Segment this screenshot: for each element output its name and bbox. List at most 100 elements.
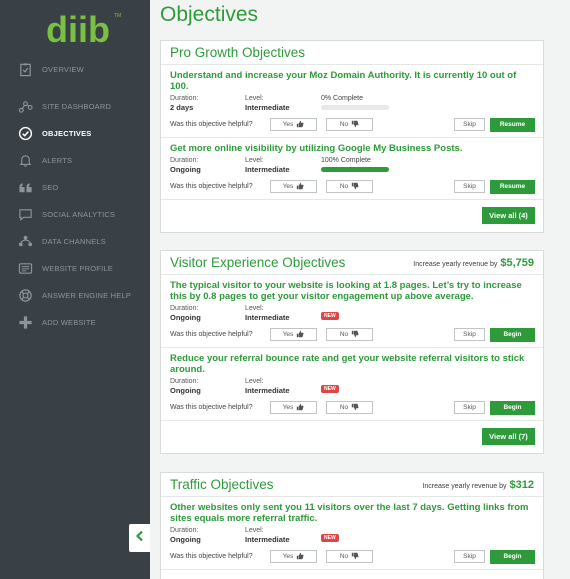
objective-item: Get more online visibility by utilizing … [161, 138, 543, 200]
helpful-yes-button[interactable]: Yes [270, 180, 317, 193]
resume-button[interactable]: Resume [490, 179, 535, 194]
sidebar-item-objectives[interactable]: OBJECTIVES [0, 120, 150, 146]
skip-button[interactable]: Skip [454, 118, 485, 131]
objective-actions: Was this objective helpful? Yes No Skip … [170, 327, 535, 342]
objective-title[interactable]: Understand and increase your Moz Domain … [170, 70, 534, 92]
sidebar-item-label: SOCIAL ANALYTICS [42, 209, 116, 219]
skip-button[interactable]: Skip [454, 550, 485, 563]
section-header: Traffic Objectives Increase yearly reven… [161, 473, 543, 497]
level-label: Level: [245, 157, 264, 164]
helpful-no-button[interactable]: No [326, 118, 373, 131]
resume-button[interactable]: Resume [490, 117, 535, 132]
lifebuoy-icon [16, 286, 34, 304]
view-all-button[interactable]: View all (7) [482, 428, 535, 445]
thumbs-up-icon [296, 403, 304, 413]
helpful-yes-button[interactable]: Yes [270, 401, 317, 414]
objective-title[interactable]: Other websites only sent you 11 visitors… [170, 502, 534, 524]
new-badge: NEW [321, 385, 339, 393]
yes-label: Yes [282, 553, 294, 560]
helpful-no-button[interactable]: No [326, 550, 373, 563]
new-badge: NEW [321, 534, 339, 542]
no-label: No [339, 121, 349, 128]
progress: 100% Complete [321, 156, 389, 175]
objective-title[interactable]: Get more online visibility by utilizing … [170, 143, 534, 154]
duration-label: Duration: [170, 527, 199, 534]
thumbs-up-icon [296, 552, 304, 562]
skip-button[interactable]: Skip [454, 328, 485, 341]
section-header: Pro Growth Objectives [161, 41, 543, 65]
no-label: No [339, 331, 349, 338]
duration-label: Duration: [170, 157, 199, 164]
section-header: Visitor Experience Objectives Increase y… [161, 251, 543, 275]
sidebar-item-add-website[interactable]: ADD WEBSITE [0, 309, 150, 335]
helpful-question: Was this objective helpful? [170, 183, 253, 190]
objective-title[interactable]: Reduce your referral bounce rate and get… [170, 353, 534, 375]
objective-title[interactable]: The typical visitor to your website is l… [170, 280, 534, 302]
duration-label: Duration: [170, 305, 199, 312]
thumbs-down-icon [351, 330, 359, 340]
chevron-left-icon [135, 529, 145, 547]
sidebar-item-data-channels[interactable]: DATA CHANNELS [0, 228, 150, 254]
visitor-experience-section: Visitor Experience Objectives Increase y… [160, 250, 544, 454]
duration-value: 2 days [170, 103, 194, 112]
diib-logo[interactable]: diib TM [44, 8, 124, 50]
thumbs-down-icon [351, 403, 359, 413]
bell-icon [16, 151, 34, 169]
begin-button[interactable]: Begin [490, 549, 535, 564]
yes-label: Yes [282, 121, 294, 128]
plus-icon [16, 313, 34, 331]
duration-value: Ongoing [170, 313, 201, 322]
svg-text:diib: diib [46, 9, 110, 50]
objective-actions: Was this objective helpful? Yes No Skip … [170, 179, 535, 194]
objective-item: Other websites only sent you 11 visitors… [161, 497, 543, 570]
begin-button[interactable]: Begin [490, 327, 535, 342]
helpful-no-button[interactable]: No [326, 180, 373, 193]
helpful-question: Was this objective helpful? [170, 404, 253, 411]
helpful-no-button[interactable]: No [326, 328, 373, 341]
duration-label: Duration: [170, 378, 199, 385]
revenue-label: Increase yearly revenue by [413, 260, 498, 268]
progress-bar [321, 167, 389, 172]
sidebar-item-overview[interactable]: OVERVIEW [0, 56, 150, 82]
sidebar-item-social-analytics[interactable]: SOCIAL ANALYTICS [0, 201, 150, 227]
skip-button[interactable]: Skip [454, 180, 485, 193]
no-label: No [339, 404, 349, 411]
objective-actions: Was this objective helpful? Yes No Skip … [170, 117, 535, 132]
pro-growth-section: Pro Growth Objectives Understand and inc… [160, 40, 544, 233]
duration-value: Ongoing [170, 165, 201, 174]
helpful-yes-button[interactable]: Yes [270, 118, 317, 131]
new-badge: NEW [321, 312, 339, 320]
sidebar-item-seo[interactable]: SEO [0, 174, 150, 200]
skip-button[interactable]: Skip [454, 401, 485, 414]
sidebar-item-answer-engine-help[interactable]: ANSWER ENGINE HELP [0, 282, 150, 308]
sidebar-item-label: ADD WEBSITE [42, 317, 96, 327]
sidebar-item-website-profile[interactable]: WEBSITE PROFILE [0, 255, 150, 281]
sidebar-item-site-dashboard[interactable]: SITE DASHBOARD [0, 93, 150, 119]
collapse-sidebar-button[interactable] [129, 524, 150, 552]
level-value: Intermediate [245, 386, 290, 395]
sidebar-item-label: SEO [42, 182, 59, 192]
section-footer: View all (4) [161, 200, 543, 232]
section-footer: View all (7) [161, 421, 543, 453]
view-all-button[interactable]: View all (4) [482, 207, 535, 224]
begin-button[interactable]: Begin [490, 400, 535, 415]
page-title: Objectives [160, 3, 259, 26]
objective-actions: Was this objective helpful? Yes No Skip … [170, 549, 535, 564]
level-label: Level: [245, 527, 264, 534]
sidebar-item-alerts[interactable]: ALERTS [0, 147, 150, 173]
helpful-no-button[interactable]: No [326, 401, 373, 414]
thumbs-down-icon [351, 120, 359, 130]
thumbs-up-icon [296, 120, 304, 130]
check-circle-icon [16, 124, 34, 142]
thumbs-down-icon [351, 552, 359, 562]
section-title: Traffic Objectives [170, 477, 274, 492]
helpful-yes-button[interactable]: Yes [270, 328, 317, 341]
objective-meta: Duration: 2 days Level: Intermediate 0% Co… [170, 94, 534, 113]
helpful-question: Was this objective helpful? [170, 121, 253, 128]
clipboard-icon [16, 60, 34, 78]
section-title: Visitor Experience Objectives [170, 255, 346, 270]
objective-item: Reduce your referral bounce rate and get… [161, 348, 543, 421]
traffic-section: Traffic Objectives Increase yearly reven… [160, 472, 544, 579]
helpful-yes-button[interactable]: Yes [270, 550, 317, 563]
revenue-amount: $312 [509, 478, 534, 491]
